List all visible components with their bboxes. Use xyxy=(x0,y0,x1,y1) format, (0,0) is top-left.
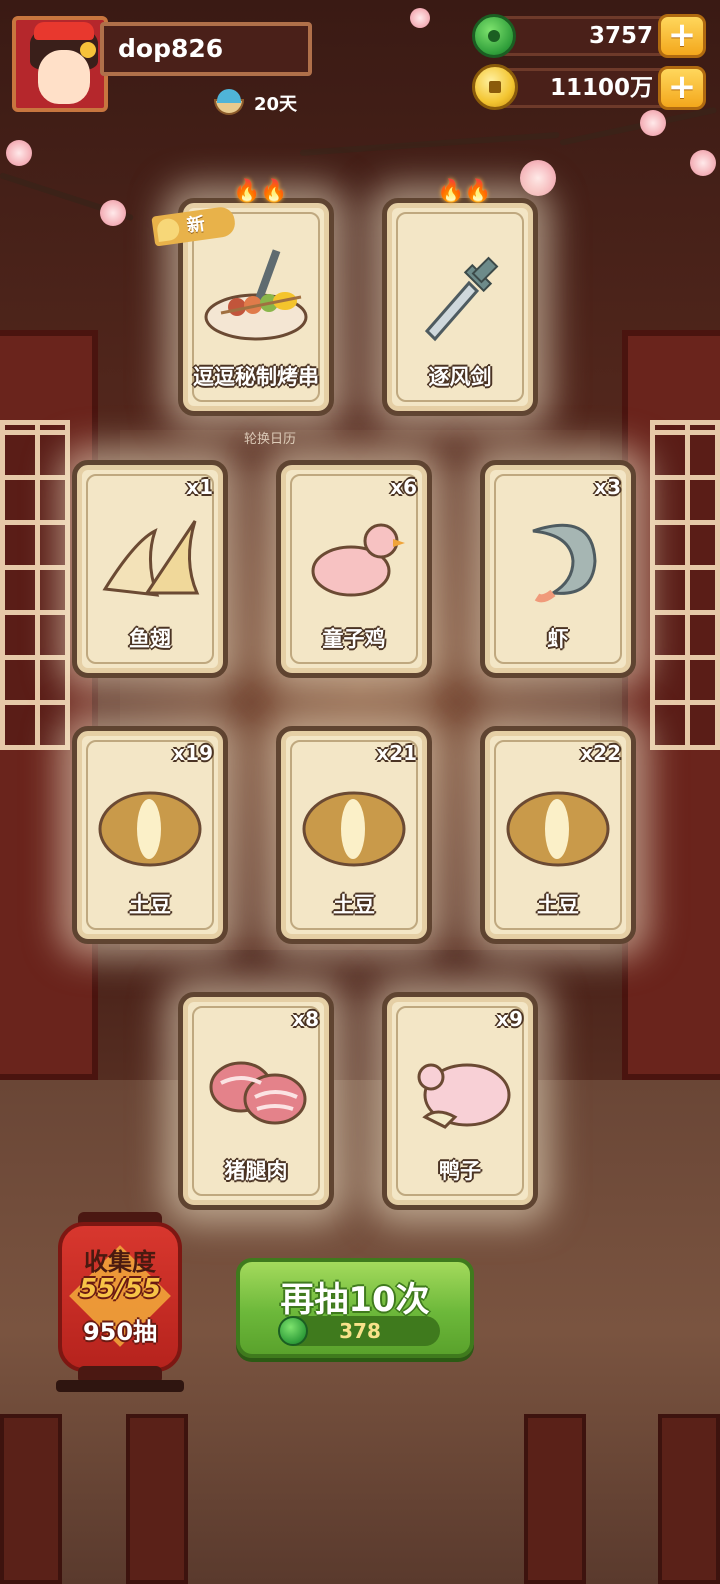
blossom-flower xyxy=(640,110,666,136)
sword-icon xyxy=(424,256,499,342)
lantern-stand xyxy=(56,1380,184,1392)
jade-coin-icon xyxy=(472,14,516,58)
card-name: 童子鸡 xyxy=(322,627,386,651)
card-name: 逗逗秘制烤串 xyxy=(193,365,319,389)
blossom-branch xyxy=(559,106,718,146)
flame-icon: 🔥🔥 xyxy=(233,179,288,204)
potato-icon xyxy=(302,791,406,867)
potato-icon xyxy=(98,791,202,867)
collection-title: 收集度 xyxy=(84,1248,156,1276)
fence-post xyxy=(524,1414,586,1584)
skewer-platter-icon xyxy=(204,249,308,341)
fence-post xyxy=(0,1414,62,1584)
draw-again-button[interactable]: 再抽10次 378 xyxy=(236,1258,474,1358)
total-draws: 950抽 xyxy=(82,1318,158,1346)
shrimp-icon xyxy=(532,523,597,603)
card-name: 土豆 xyxy=(333,893,375,917)
rank-emblem-icon xyxy=(80,42,96,58)
card-name: 鱼翅 xyxy=(129,627,171,651)
draw-result-card[interactable]: x1 鱼翅 xyxy=(72,460,228,678)
blossom-flower xyxy=(100,200,126,226)
days-counter: 20天 xyxy=(212,86,297,120)
blossom-flower xyxy=(6,140,32,166)
card-quantity: x8 xyxy=(292,1007,319,1031)
draw-again-label: 再抽10次 xyxy=(280,1280,430,1320)
card-quantity: x19 xyxy=(172,741,213,765)
draw-result-card[interactable]: x8 猪腿肉 xyxy=(178,992,334,1210)
featured-card[interactable]: 🔥🔥 新 逗逗秘制烤串 xyxy=(151,179,334,416)
card-name: 鸭子 xyxy=(439,1159,481,1183)
draw-result-card[interactable]: x3 虾 xyxy=(480,460,636,678)
draw-result-card[interactable]: x19 土豆 xyxy=(72,726,228,944)
days-value: 20天 xyxy=(254,94,298,115)
flame-icon: 🔥🔥 xyxy=(437,179,492,204)
card-name: 逐风剑 xyxy=(428,365,492,389)
card-name: 猪腿肉 xyxy=(224,1159,288,1183)
card-quantity: x3 xyxy=(594,475,621,499)
potato-icon xyxy=(506,791,610,867)
blossom-flower xyxy=(410,8,430,28)
draw-result-card[interactable]: x9 鸭子 xyxy=(382,992,538,1210)
featured-card[interactable]: 🔥🔥 逐风剑 xyxy=(382,179,538,416)
left-window-lattice xyxy=(0,420,70,750)
shark-fin-icon xyxy=(102,520,200,597)
card-name: 虾 xyxy=(547,627,569,651)
blossom-branch xyxy=(299,131,560,156)
player-name: dop826 xyxy=(100,22,312,76)
fence-post xyxy=(658,1414,720,1584)
add-gold-button[interactable]: + xyxy=(658,66,706,110)
card-quantity: x1 xyxy=(186,475,213,499)
card-quantity: x6 xyxy=(390,475,417,499)
draw-result-card[interactable]: x6 童子鸡 xyxy=(276,460,432,678)
collection-lantern[interactable]: 收集度 55/55 950抽 xyxy=(58,1222,182,1372)
duck-icon xyxy=(417,1063,511,1129)
card-quantity: x21 xyxy=(376,741,417,765)
chicken-icon xyxy=(311,523,405,597)
gold-coin-icon xyxy=(472,64,518,110)
pork-leg-icon xyxy=(209,1061,307,1125)
draw-result-card[interactable]: x22 土豆 xyxy=(480,726,636,944)
draw-result-card[interactable]: x21 土豆 xyxy=(276,726,432,944)
player-avatar[interactable] xyxy=(12,16,108,112)
card-quantity: x9 xyxy=(496,1007,523,1031)
card-name: 土豆 xyxy=(537,893,579,917)
card-quantity: x22 xyxy=(580,741,621,765)
card-name: 土豆 xyxy=(129,893,171,917)
add-jade-button[interactable]: + xyxy=(658,14,706,58)
blossom-flower xyxy=(520,160,556,196)
collection-count: 55/55 xyxy=(79,1274,161,1304)
fence-post xyxy=(126,1414,188,1584)
right-window-lattice xyxy=(650,420,720,750)
jade-coin-icon xyxy=(278,1316,308,1346)
rotation-calendar-label[interactable]: 轮换日历 xyxy=(225,428,315,447)
blossom-flower xyxy=(690,150,716,176)
rice-bowl-icon xyxy=(212,89,246,117)
